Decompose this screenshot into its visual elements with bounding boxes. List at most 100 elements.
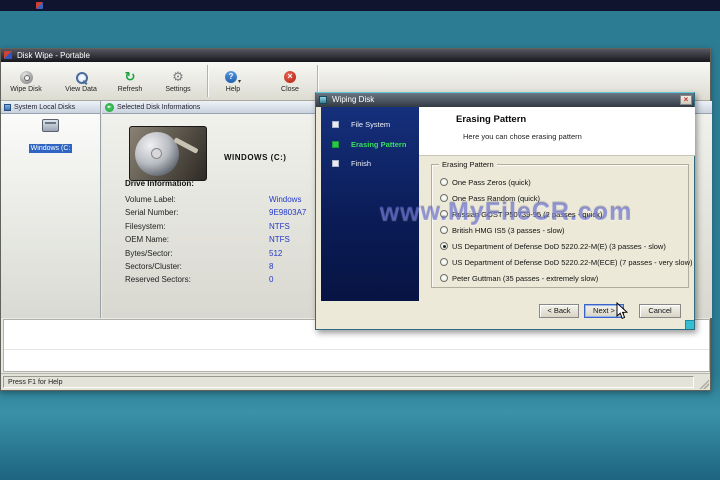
erase-option[interactable]: Russian GOST P50739-95 (2 passes - quick… bbox=[440, 206, 686, 222]
dialog-icon bbox=[319, 96, 327, 104]
hard-drive-image bbox=[129, 126, 207, 181]
wizard-steps-sidebar: File System Erasing Pattern Finish bbox=[321, 107, 419, 301]
erase-option[interactable]: US Department of Defense DoD 5220.22-M(E… bbox=[440, 254, 693, 270]
radio-icon[interactable] bbox=[440, 226, 448, 234]
cancel-button[interactable]: Cancel bbox=[639, 304, 681, 318]
step-label: File System bbox=[351, 120, 391, 129]
field-value: 0 bbox=[269, 275, 274, 285]
background-window-icon bbox=[36, 2, 43, 9]
hdd-spindle bbox=[151, 148, 162, 159]
field-value: NTFS bbox=[269, 235, 290, 245]
search-icon bbox=[75, 71, 88, 84]
erase-option[interactable]: Peter Guttman (35 passes - extremely slo… bbox=[440, 270, 686, 286]
field-value: 8 bbox=[269, 261, 274, 271]
disk-item-label[interactable]: Windows (C: bbox=[28, 144, 73, 153]
radio-icon[interactable] bbox=[440, 258, 448, 266]
refresh-button[interactable]: Refresh bbox=[106, 63, 154, 99]
erase-option[interactable]: US Department of Defense DoD 5220.22-M(E… bbox=[440, 238, 686, 254]
radio-icon[interactable] bbox=[440, 210, 448, 218]
dialog-title: Wiping Disk bbox=[332, 95, 375, 104]
gear-icon bbox=[172, 70, 184, 85]
help-icon bbox=[224, 71, 237, 83]
erase-option-label: British HMG IS5 (3 passes - slow) bbox=[452, 225, 565, 235]
selected-disk-title: WINDOWS (C:) bbox=[224, 153, 287, 162]
wizard-header: Erasing Pattern Here you can chose erasi… bbox=[419, 107, 695, 156]
erasing-pattern-group: Erasing Pattern One Pass Zeros (quick) O… bbox=[431, 160, 693, 288]
resize-grip[interactable] bbox=[698, 378, 709, 389]
view-data-button[interactable]: View Data bbox=[57, 63, 105, 99]
erase-option-label: One Pass Zeros (quick) bbox=[452, 177, 531, 187]
close-icon bbox=[284, 71, 296, 83]
radio-icon[interactable] bbox=[440, 242, 448, 250]
toolbar-label: Settings bbox=[165, 85, 191, 93]
wizard-step-erasing-pattern: Erasing Pattern bbox=[321, 140, 419, 150]
erase-option-label: Peter Guttman (35 passes - extremely slo… bbox=[452, 273, 599, 283]
erase-option[interactable]: One Pass Random (quick) bbox=[440, 190, 686, 206]
field-label: Filesystem: bbox=[125, 221, 166, 231]
disk-icon bbox=[19, 70, 33, 84]
app-title: Disk Wipe - Portable bbox=[17, 51, 90, 60]
erase-option-label: One Pass Random (quick) bbox=[452, 193, 540, 203]
toolbar-label: Wipe Disk bbox=[10, 85, 42, 93]
group-title: Erasing Pattern bbox=[439, 160, 497, 169]
erase-option[interactable]: British HMG IS5 (3 passes - slow) bbox=[440, 222, 686, 238]
step-label: Finish bbox=[351, 159, 372, 168]
erase-option-label: US Department of Defense DoD 5220.22-M(E… bbox=[452, 257, 693, 267]
field-value: Windows bbox=[269, 195, 302, 204]
field-label: Bytes/Sector: bbox=[125, 248, 173, 258]
wipe-disk-button[interactable]: Wipe Disk bbox=[2, 63, 50, 99]
radio-icon[interactable] bbox=[440, 274, 448, 282]
erase-option-label: Russian GOST P50739-95 (2 passes - quick… bbox=[452, 209, 603, 219]
erase-option[interactable]: One Pass Zeros (quick) bbox=[440, 174, 686, 190]
step-marker-icon bbox=[332, 160, 339, 167]
field-value: NTFS bbox=[269, 221, 290, 231]
field-label: OEM Name: bbox=[125, 235, 170, 245]
field-value: 9E9803A7 bbox=[269, 208, 307, 218]
dialog-titlebar[interactable]: Wiping Disk bbox=[316, 93, 694, 107]
toolbar-label: View Data bbox=[65, 85, 97, 93]
step-label: Erasing Pattern bbox=[351, 140, 407, 149]
field-label: Serial Number: bbox=[125, 208, 179, 218]
radio-icon[interactable] bbox=[440, 194, 448, 202]
app-icon bbox=[4, 51, 12, 59]
status-text: Press F1 for Help bbox=[3, 376, 694, 388]
wizard-step-finish: Finish bbox=[321, 159, 419, 169]
toolbar-label: Refresh bbox=[117, 85, 143, 93]
step-marker-icon bbox=[332, 141, 339, 148]
toolbar-label: Help bbox=[225, 85, 241, 93]
refresh-icon bbox=[125, 70, 136, 85]
status-bar: Press F1 for Help bbox=[1, 373, 710, 390]
page-title: Erasing Pattern bbox=[456, 114, 527, 125]
erase-option-label: US Department of Defense DoD 5220.22-M(E… bbox=[452, 241, 666, 251]
close-app-button[interactable]: Close bbox=[267, 63, 313, 99]
field-label: Reserved Sectors: bbox=[125, 275, 191, 285]
local-disks-panel: System Local Disks Windows (C: bbox=[1, 101, 101, 318]
background-window-titlebar bbox=[0, 0, 720, 11]
radio-icon[interactable] bbox=[440, 178, 448, 186]
drive-info-title: Drive Information: bbox=[125, 179, 194, 188]
disk-info-header-label: Selected Disk Informations bbox=[117, 103, 201, 111]
chevron-down-icon[interactable] bbox=[237, 68, 241, 87]
help-button[interactable]: Help bbox=[210, 63, 256, 99]
dialog-close-icon[interactable] bbox=[680, 95, 692, 105]
dialog-resize-grip[interactable] bbox=[685, 320, 694, 329]
wizard-step-file-system: File System bbox=[321, 120, 419, 130]
wiping-disk-dialog: Wiping Disk File System Erasing Pattern … bbox=[315, 92, 695, 330]
toolbar-separator bbox=[207, 65, 208, 97]
toolbar-label: Close bbox=[281, 85, 299, 93]
step-marker-icon bbox=[332, 121, 339, 128]
field-label: Volume Label: bbox=[125, 195, 176, 204]
local-disks-header-label: System Local Disks bbox=[14, 103, 76, 111]
green-arrow-icon bbox=[105, 102, 114, 112]
back-button[interactable]: < Back bbox=[539, 304, 579, 318]
disk-item-windows-c[interactable]: Windows (C: bbox=[1, 119, 100, 155]
page-subtitle: Here you can chose erasing pattern bbox=[463, 132, 582, 141]
app-titlebar[interactable]: Disk Wipe - Portable bbox=[1, 49, 710, 62]
mouse-cursor bbox=[616, 302, 628, 320]
disks-panel-icon bbox=[4, 103, 11, 111]
drive-icon bbox=[42, 119, 59, 132]
local-disks-header: System Local Disks bbox=[1, 101, 100, 114]
field-label: Sectors/Cluster: bbox=[125, 261, 182, 271]
field-value: 512 bbox=[269, 248, 283, 258]
settings-button[interactable]: Settings bbox=[154, 63, 202, 99]
